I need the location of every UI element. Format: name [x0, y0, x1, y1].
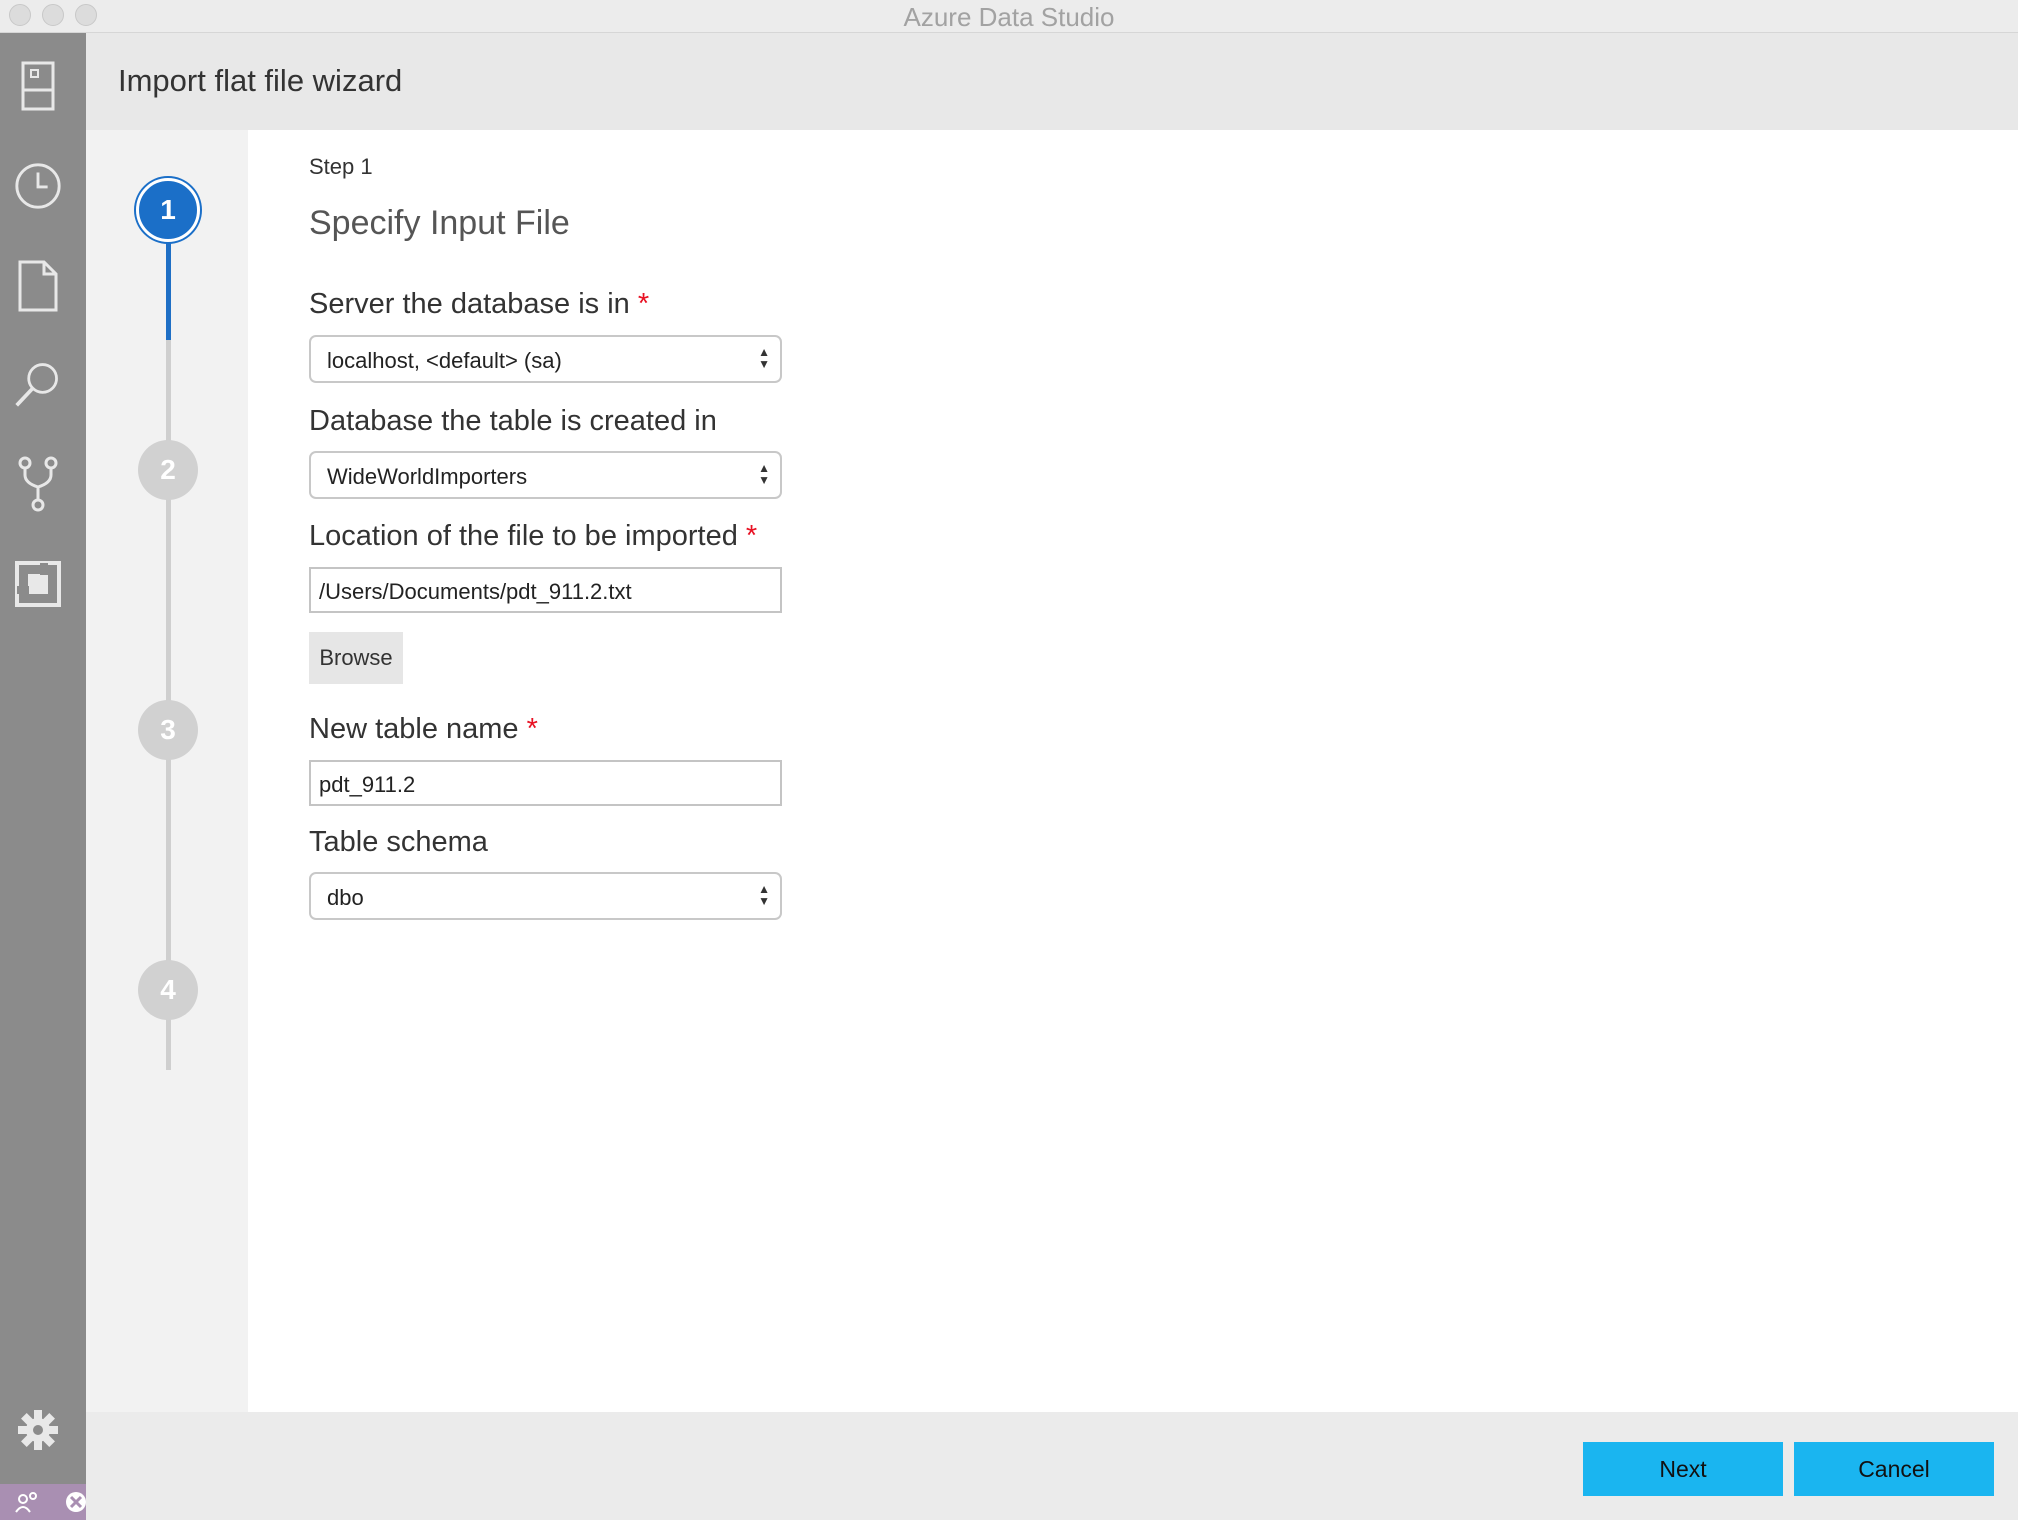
required-marker: * [526, 713, 538, 745]
next-button[interactable]: Next [1583, 1442, 1783, 1496]
browse-button[interactable]: Browse [309, 632, 403, 684]
database-label: Database the table is created in [309, 405, 717, 437]
history-icon[interactable] [13, 161, 63, 211]
step-3[interactable]: 3 [138, 700, 198, 760]
window-title: Azure Data Studio [903, 2, 1115, 32]
wizard-title: Import flat file wizard [118, 63, 403, 98]
search-icon[interactable] [13, 359, 63, 409]
table-name-input[interactable]: pdt_911.2 [309, 760, 782, 806]
step-label: Step 1 [309, 154, 373, 179]
required-marker: * [745, 520, 758, 552]
database-select[interactable]: WideWorldImporters ▲ ▼ [309, 451, 782, 499]
step-4[interactable]: 4 [138, 960, 198, 1020]
select-arrows-icon: ▲ ▼ [758, 882, 770, 908]
live-share-status[interactable] [0, 1484, 88, 1520]
file-icon[interactable] [13, 260, 63, 312]
step-1[interactable]: 1 [136, 178, 200, 242]
select-arrows-icon: ▲ ▼ [758, 461, 770, 487]
step-2[interactable]: 2 [138, 440, 198, 500]
cancel-button[interactable]: Cancel [1794, 1442, 1994, 1496]
table-name-label: New table name * [309, 713, 538, 745]
title-bar: Azure Data Studio [0, 0, 2018, 33]
schema-label: Table schema [309, 826, 488, 858]
database-select-value: WideWorldImporters [327, 464, 528, 489]
settings-gear-icon[interactable] [13, 1405, 63, 1455]
page-title: Specify Input File [309, 204, 570, 242]
schema-select-value: dbo [327, 885, 364, 910]
schema-select[interactable]: dbo ▲ ▼ [309, 872, 782, 920]
wizard-header: Import flat file wizard [86, 33, 2018, 130]
source-control-icon[interactable] [13, 456, 63, 512]
servers-icon[interactable] [13, 61, 63, 111]
server-select[interactable]: localhost, <default> (sa) ▲ ▼ [309, 335, 782, 383]
wizard-page: Step 1 Specify Input File Server the dat… [248, 130, 2018, 1412]
step-rail: 1 2 3 4 [86, 130, 248, 1412]
wizard-footer: Next Cancel [86, 1412, 2018, 1520]
select-arrows-icon: ▲ ▼ [758, 345, 770, 371]
server-select-value: localhost, <default> (sa) [327, 348, 562, 373]
file-location-input[interactable]: /Users/Documents/pdt_911.2.txt [309, 567, 782, 613]
location-label: Location of the file to be imported * [309, 520, 758, 552]
extensions-icon[interactable] [13, 559, 63, 609]
server-label: Server the database is in * [309, 288, 650, 320]
error-icon [66, 1492, 86, 1512]
live-share-icon [15, 1492, 37, 1513]
activity-bar [0, 33, 88, 1520]
required-marker: * [637, 288, 650, 320]
